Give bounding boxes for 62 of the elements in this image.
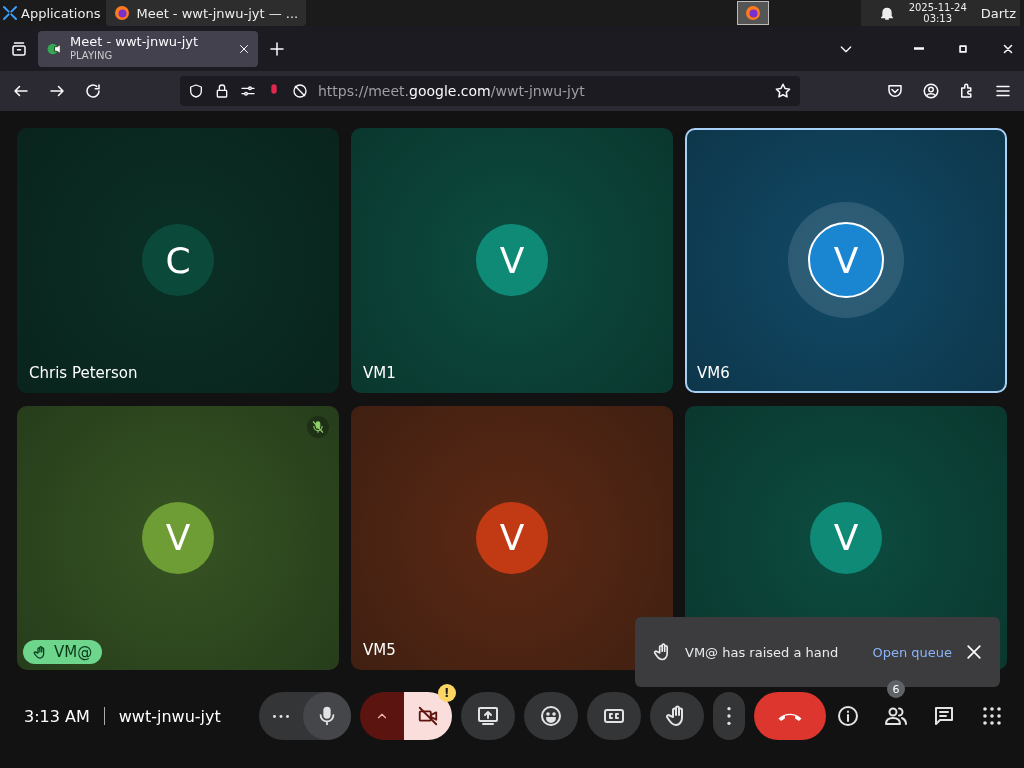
minimize-icon	[914, 47, 924, 50]
app-menu-icon	[2, 5, 18, 21]
bookmark-star-icon	[774, 82, 792, 100]
avatar: V	[142, 501, 214, 574]
hand-button[interactable]	[649, 692, 704, 740]
taskbar-firefox-button[interactable]	[737, 1, 770, 25]
shield-icon	[188, 83, 204, 99]
participant-name: VM1	[363, 363, 396, 382]
avatar: C	[142, 224, 214, 297]
present-button[interactable]	[460, 692, 515, 740]
notification-message: VM@ has raised a hand	[685, 644, 840, 660]
apps-grid-icon	[980, 704, 1004, 728]
lock-icon	[214, 83, 230, 99]
reactions-button[interactable]	[523, 692, 578, 740]
avatar: V	[810, 501, 882, 574]
url-field[interactable]: https://meet.google.com/wwt-jnwu-jyt	[180, 76, 800, 106]
clock-time: 03:13	[923, 13, 953, 24]
account-icon	[922, 82, 940, 100]
meeting-code: wwt-jnwu-jyt	[118, 706, 221, 726]
meeting-time: 3:13 AM	[24, 706, 90, 726]
reload-icon	[84, 82, 102, 100]
warning-badge: !	[437, 684, 456, 702]
open-queue-link[interactable]: Open queue	[872, 644, 952, 660]
participant-name: VM6	[697, 363, 730, 382]
avatar: V	[476, 501, 548, 574]
user-name[interactable]: Dartz	[980, 5, 1016, 21]
close-icon	[238, 42, 250, 55]
firefox-icon	[745, 5, 762, 21]
date-text: 2025-11-24	[908, 2, 967, 13]
tab-overview-icon	[10, 39, 28, 58]
present-screen-icon	[475, 704, 500, 728]
browser-tab[interactable]: Meet - wwt-jnwu-jyt PLAYING	[38, 30, 258, 67]
firefox-icon	[114, 5, 131, 21]
participant-name: Chris Peterson	[29, 363, 138, 382]
camera-off-icon	[416, 705, 439, 727]
camera-blocked-icon	[292, 83, 308, 99]
participant-count-badge: 6	[887, 680, 905, 698]
close-icon	[964, 642, 984, 662]
avatar: V	[808, 222, 884, 299]
chat-icon	[932, 704, 956, 728]
pocket-icon	[886, 82, 904, 100]
more-options-button[interactable]	[712, 692, 745, 740]
captions-button[interactable]	[586, 692, 641, 740]
phone-hang-up-icon	[777, 711, 802, 721]
more-vertical-icon	[726, 707, 731, 725]
microphone-button[interactable]	[302, 692, 351, 740]
close-icon	[1002, 42, 1014, 55]
maximize-icon	[958, 43, 968, 54]
leave-call-button[interactable]	[753, 692, 826, 740]
plus-icon	[268, 39, 286, 58]
close-button[interactable]	[964, 642, 984, 662]
tab-status: PLAYING	[70, 48, 114, 63]
applications-menu[interactable]: Applications	[21, 5, 101, 21]
bell-icon	[878, 5, 895, 21]
avatar: V	[476, 224, 548, 297]
taskbar-window-button[interactable]: Meet - wwt-jnwu-jyt — ...	[106, 0, 307, 26]
more-horizontal-icon	[272, 714, 289, 718]
emoji-icon	[538, 704, 563, 728]
info-icon	[836, 704, 860, 728]
participant-name: VM5	[363, 641, 396, 659]
tab-title: Meet - wwt-jnwu-jyt	[70, 34, 200, 49]
participant-name: VM@	[54, 643, 93, 661]
